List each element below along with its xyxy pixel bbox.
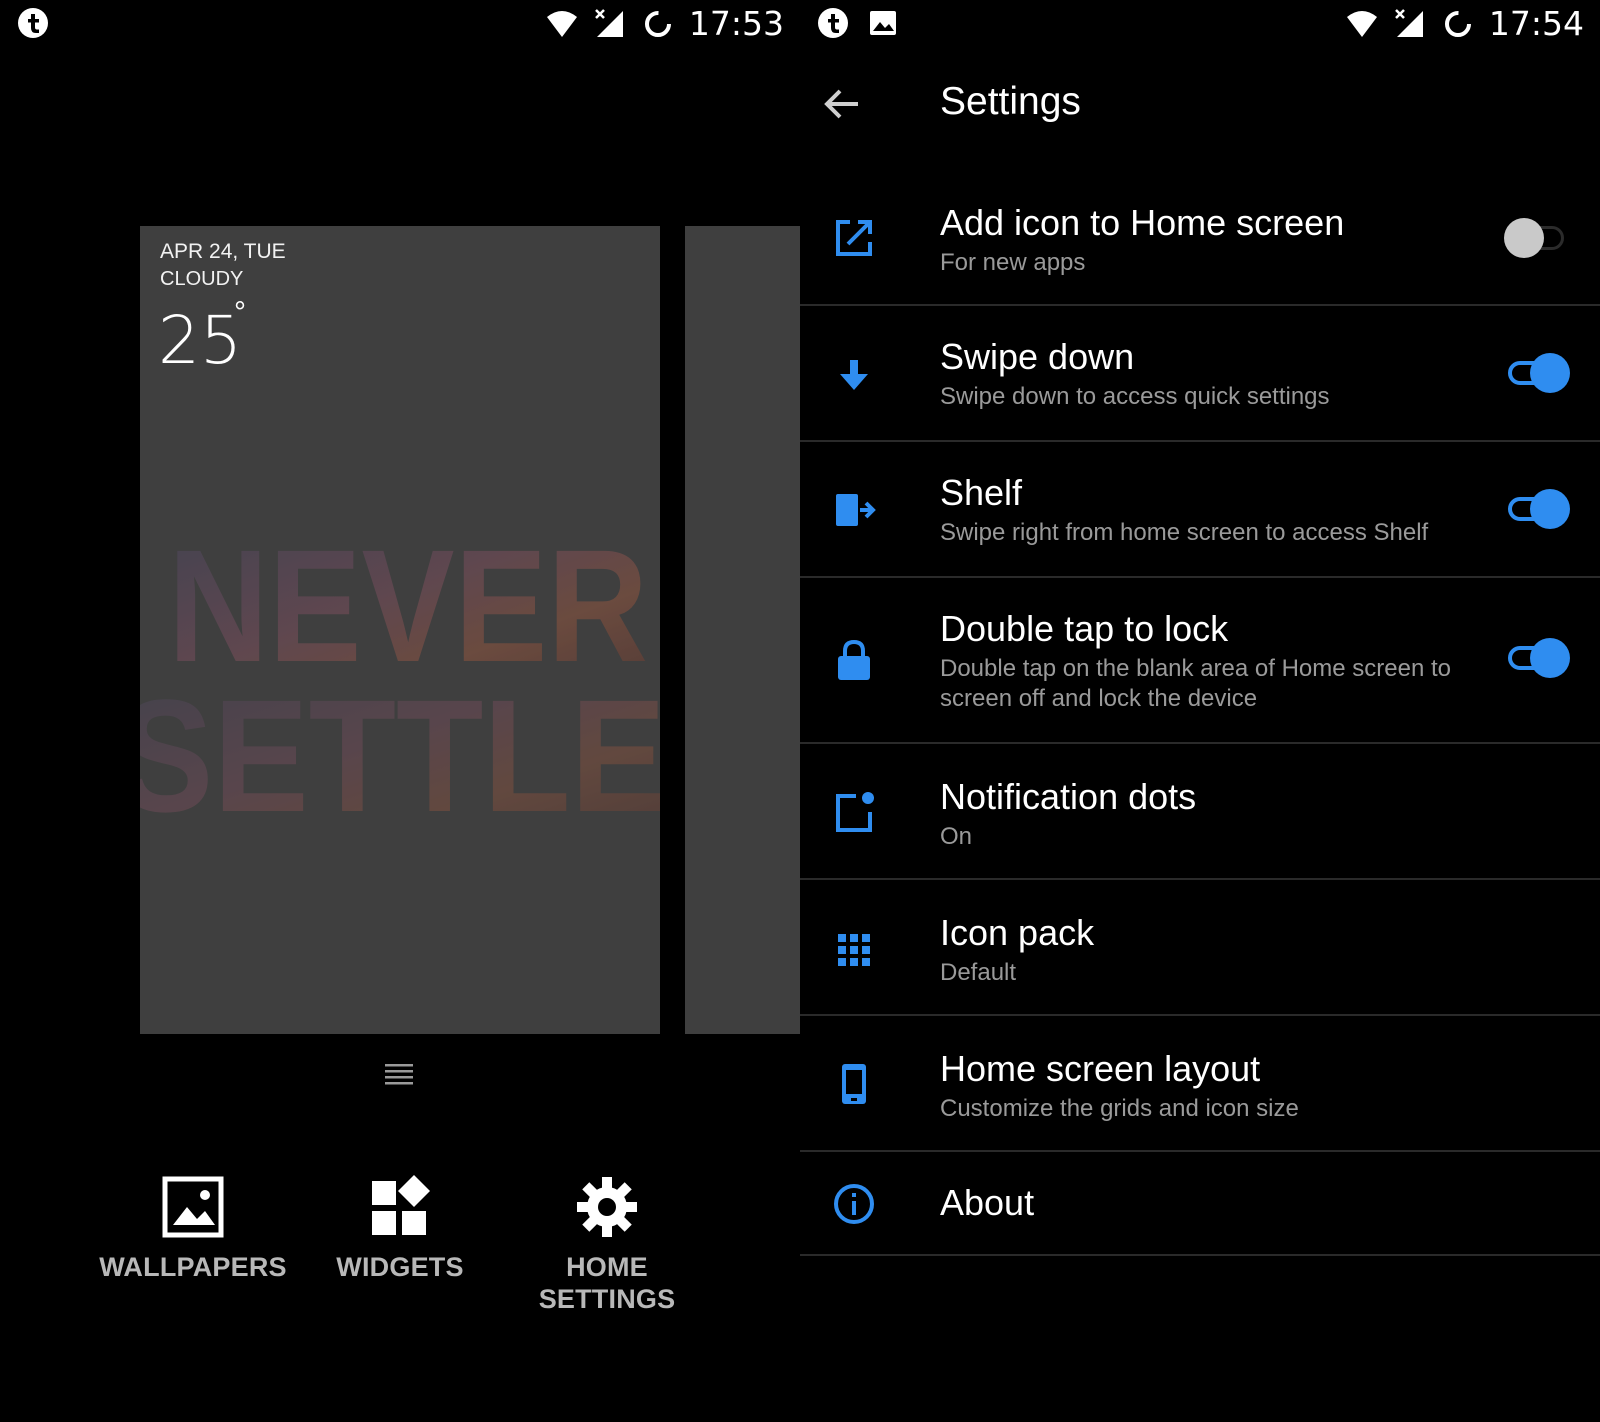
setting-title: About bbox=[940, 1182, 1035, 1223]
info-icon bbox=[834, 1184, 874, 1224]
setting-about[interactable]: About bbox=[800, 1152, 1600, 1256]
settings-screen: 17:54 Settings Add icon to Home screen F… bbox=[800, 0, 1600, 1422]
wifi-icon bbox=[546, 10, 577, 37]
settings-list: Add icon to Home screen For new apps Swi… bbox=[800, 170, 1600, 1256]
setting-icon-pack[interactable]: Icon pack Default bbox=[800, 880, 1600, 1016]
degree-symbol: ° bbox=[234, 296, 246, 329]
add-to-home-icon bbox=[836, 220, 872, 256]
setting-subtitle: Default bbox=[940, 959, 1017, 986]
customize-actions: WALLPAPERS WIDGETS HOME SETTINGS bbox=[0, 1175, 800, 1335]
signal-icon bbox=[595, 8, 623, 37]
phone-icon bbox=[842, 1064, 866, 1104]
shelf-toggle[interactable] bbox=[1504, 489, 1570, 529]
widgets-label: WIDGETS bbox=[336, 1252, 464, 1282]
home-screen-preview[interactable]: APR 24, TUE CLOUDY 25 ° NEVER SETTLE bbox=[140, 226, 660, 1034]
status-bar: 17:54 bbox=[800, 0, 1600, 48]
lock-icon bbox=[838, 639, 870, 680]
grid-icon bbox=[838, 934, 870, 966]
drag-handle-icon[interactable] bbox=[385, 1062, 413, 1086]
wallpapers-button[interactable]: WALLPAPERS bbox=[93, 1175, 293, 1283]
setting-subtitle: Customize the grids and icon size bbox=[940, 1095, 1299, 1122]
notification-dot-icon bbox=[836, 792, 874, 832]
wallpaper-text-line: SETTLE bbox=[140, 666, 660, 816]
settings-toolbar: Settings bbox=[800, 60, 1600, 146]
wallpaper-icon bbox=[162, 1176, 224, 1238]
setting-title: Add icon to Home screen bbox=[940, 202, 1345, 243]
sync-icon bbox=[644, 10, 671, 37]
app-t-icon bbox=[18, 8, 48, 38]
setting-title: Swipe down bbox=[940, 336, 1135, 377]
next-page-preview[interactable] bbox=[685, 226, 800, 1034]
home-settings-label-line2: SETTINGS bbox=[538, 1284, 676, 1314]
back-arrow-icon[interactable] bbox=[816, 78, 868, 130]
temperature-label: 25 bbox=[158, 302, 242, 379]
page-title: Settings bbox=[940, 80, 1081, 123]
add-icon-toggle[interactable] bbox=[1504, 218, 1570, 258]
setting-subtitle: Swipe right from home screen to access S… bbox=[940, 519, 1429, 546]
setting-subtitle: On bbox=[940, 823, 973, 850]
setting-subtitle: For new apps bbox=[940, 249, 1086, 276]
setting-title: Double tap to lock bbox=[940, 608, 1229, 649]
image-icon bbox=[870, 11, 896, 35]
home-customize-screen: 17:53 APR 24, TUE CLOUDY 25 ° NEVER SETT… bbox=[0, 0, 800, 1422]
gear-icon bbox=[577, 1177, 637, 1237]
setting-notification-dots[interactable]: Notification dots On bbox=[800, 744, 1600, 880]
sync-icon bbox=[1444, 10, 1471, 37]
never-settle-wallpaper: NEVER SETTLE bbox=[140, 516, 660, 816]
date-label: APR 24, TUE bbox=[160, 240, 286, 263]
setting-subtitle: Double tap on the blank area of Home scr… bbox=[940, 655, 1451, 712]
weather-label: CLOUDY bbox=[160, 268, 244, 290]
wifi-icon bbox=[1346, 10, 1377, 37]
double-tap-lock-toggle[interactable] bbox=[1504, 638, 1570, 678]
setting-subtitle: Swipe down to access quick settings bbox=[940, 383, 1330, 410]
shelf-icon bbox=[836, 494, 876, 526]
status-time: 17:53 bbox=[688, 4, 784, 43]
setting-shelf[interactable]: Shelf Swipe right from home screen to ac… bbox=[800, 442, 1600, 578]
setting-title: Icon pack bbox=[940, 912, 1095, 953]
swipe-down-toggle[interactable] bbox=[1504, 353, 1570, 393]
setting-title: Notification dots bbox=[940, 776, 1197, 817]
app-t-icon bbox=[818, 8, 848, 38]
status-bar: 17:53 bbox=[0, 0, 800, 48]
wallpapers-label: WALLPAPERS bbox=[99, 1252, 287, 1282]
setting-swipe-down[interactable]: Swipe down Swipe down to access quick se… bbox=[800, 306, 1600, 442]
setting-double-tap-lock[interactable]: Double tap to lock Double tap on the bla… bbox=[800, 578, 1600, 744]
signal-icon bbox=[1395, 8, 1423, 37]
setting-title: Home screen layout bbox=[940, 1048, 1261, 1089]
widgets-button[interactable]: WIDGETS bbox=[300, 1175, 500, 1283]
setting-home-screen-layout[interactable]: Home screen layout Customize the grids a… bbox=[800, 1016, 1600, 1152]
home-settings-button[interactable]: HOME SETTINGS bbox=[507, 1175, 707, 1315]
home-settings-label-line1: HOME bbox=[566, 1252, 648, 1282]
setting-title: Shelf bbox=[940, 472, 1023, 513]
widgets-icon bbox=[372, 1175, 430, 1235]
arrow-down-icon bbox=[840, 360, 868, 390]
setting-add-icon-to-home[interactable]: Add icon to Home screen For new apps bbox=[800, 170, 1600, 306]
status-time: 17:54 bbox=[1488, 4, 1584, 43]
